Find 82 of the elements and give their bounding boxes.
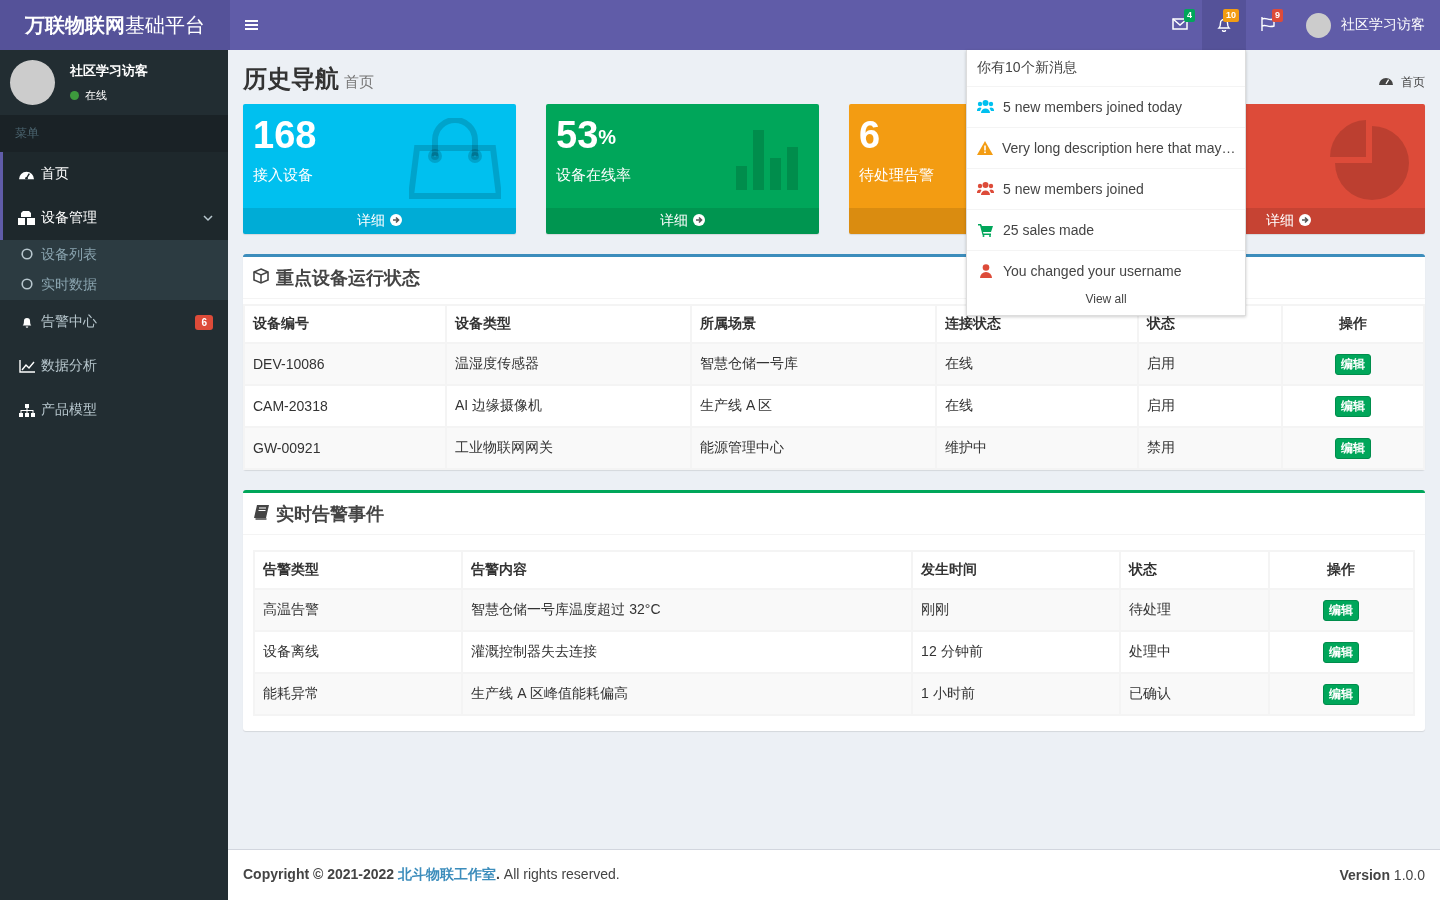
stat-value: 168	[253, 114, 317, 156]
page-title: 历史导航	[243, 64, 339, 94]
avatar	[1306, 12, 1331, 38]
column-header: 告警类型	[254, 551, 463, 589]
edit-button[interactable]: 编辑	[1335, 437, 1371, 459]
version-text: Version 1.0.0	[1339, 867, 1425, 883]
nav-item[interactable]: 4	[1158, 0, 1202, 50]
app-logo[interactable]: 万联物联网基础平台	[0, 0, 230, 50]
details-link[interactable]: 详细	[660, 212, 705, 230]
stat-label: 接入设备	[253, 166, 313, 185]
panel-title: 实时告警事件	[276, 502, 384, 526]
column-header: 状态	[1120, 551, 1269, 589]
table-cell: GW-00921	[244, 427, 446, 469]
notification-item[interactable]: You changed your username	[967, 251, 1245, 291]
stat-label: 设备在线率	[556, 166, 631, 185]
notification-item[interactable]: 25 sales made	[967, 210, 1245, 251]
breadcrumb-link[interactable]: 首页	[1379, 73, 1425, 91]
menu-item[interactable]: 设备管理	[0, 196, 228, 240]
column-header: 设备编号	[244, 305, 446, 343]
table-cell: DEV-10086	[244, 343, 446, 385]
table-cell: 1 小时前	[912, 673, 1121, 715]
notification-item[interactable]: 5 new members joined today	[967, 87, 1245, 128]
submenu-item[interactable]: 设备列表	[3, 240, 228, 270]
table-cell: 智慧仓储一号库温度超过 32°C	[462, 589, 913, 631]
menu-header: 你有10个新消息	[967, 50, 1245, 87]
table-cell: 刚刚	[912, 589, 1121, 631]
details-link[interactable]: 详细	[1266, 212, 1311, 230]
count-badge: 9	[1272, 9, 1283, 22]
edit-button[interactable]: 编辑	[1323, 683, 1360, 705]
column-header: 所属场景	[691, 305, 936, 343]
cubes-icon	[18, 211, 35, 225]
user-name: 社区学习访客	[70, 62, 148, 80]
count-badge: 10	[1223, 9, 1239, 22]
arrow-circle-icon	[1299, 213, 1311, 229]
line-chart-icon	[18, 359, 35, 373]
stat-value: 6	[859, 114, 881, 156]
arrow-circle-icon	[390, 213, 402, 229]
menu-item[interactable]: 告警中心 6	[0, 300, 228, 344]
count-badge: 6	[195, 314, 213, 330]
edit-button[interactable]: 编辑	[1323, 599, 1360, 621]
copyright-text: Copyright © 2021-2022 北斗物联工作室. All rights reserved.	[243, 866, 620, 884]
table-cell: 智慧仓储一号库	[691, 343, 936, 385]
avatar	[10, 60, 55, 105]
table-cell: 能源管理中心	[691, 427, 936, 469]
column-header: 发生时间	[912, 551, 1121, 589]
notification-item[interactable]: Very long description here that may…	[967, 128, 1245, 169]
table-cell: 高温告警	[254, 589, 463, 631]
book-icon	[253, 504, 269, 523]
table-cell: 待处理	[1120, 589, 1269, 631]
table-cell: 能耗异常	[254, 673, 463, 715]
panel-title: 重点设备运行状态	[276, 266, 420, 290]
menu-header: 菜单	[0, 115, 228, 152]
submenu-item[interactable]: 实时数据	[3, 270, 228, 300]
table-cell: 禁用	[1138, 427, 1282, 469]
table-cell: 温湿度传感器	[446, 343, 691, 385]
pie-chart-icon	[1330, 120, 1410, 203]
stat-label: 待处理告警	[859, 166, 934, 185]
column-header: 设备类型	[446, 305, 691, 343]
arrow-circle-icon	[693, 213, 705, 229]
details-link[interactable]: 详细	[357, 212, 402, 230]
edit-button[interactable]: 编辑	[1335, 353, 1371, 375]
nav-item[interactable]: 9	[1246, 0, 1290, 50]
menu-item[interactable]: 产品模型	[0, 388, 228, 432]
edit-button[interactable]: 编辑	[1335, 395, 1371, 417]
table-cell: 启用	[1138, 343, 1282, 385]
table-cell: 工业物联网网关	[446, 427, 691, 469]
table-cell: 在线	[936, 343, 1138, 385]
page-subtitle: 首页	[344, 72, 374, 92]
column-header: 告警内容	[462, 551, 913, 589]
table-cell: 维护中	[936, 427, 1138, 469]
status-text: 在线	[85, 88, 107, 103]
table-cell: 生产线 A 区峰值能耗偏高	[462, 673, 913, 715]
cube-icon	[253, 268, 269, 287]
notification-item[interactable]: 5 new members joined	[967, 169, 1245, 210]
sitemap-icon	[18, 403, 35, 417]
user-name[interactable]: 社区学习访客	[1341, 16, 1425, 34]
edit-button[interactable]: 编辑	[1323, 641, 1360, 663]
status-dot	[70, 91, 79, 100]
menu-item[interactable]: 首页	[0, 152, 228, 196]
count-badge: 4	[1184, 9, 1195, 22]
table-cell: 已确认	[1120, 673, 1269, 715]
menu-item[interactable]: 数据分析	[0, 344, 228, 388]
